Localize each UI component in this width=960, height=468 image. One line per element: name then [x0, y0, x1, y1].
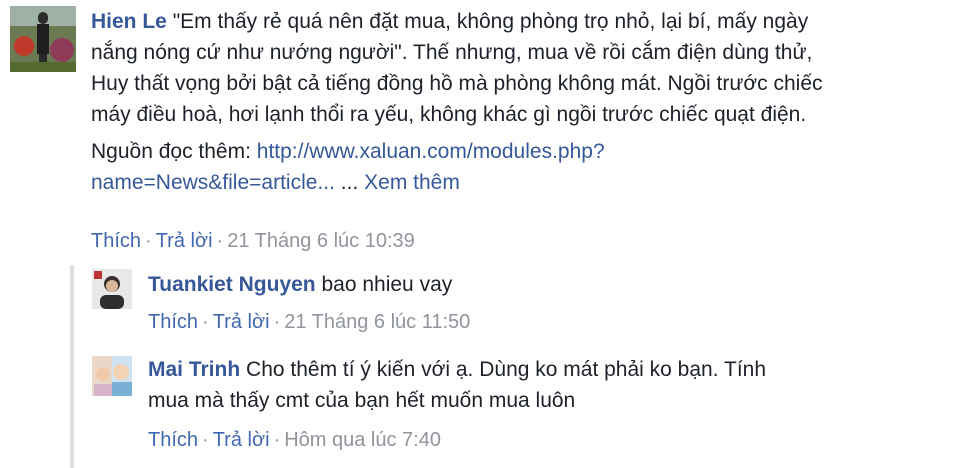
avatar-tuankiet-nguyen[interactable]	[92, 269, 132, 309]
source-link[interactable]: http://www.xaluan.com/modules.php?	[257, 140, 605, 163]
timestamp[interactable]: Hôm qua lúc 7:40	[284, 429, 441, 451]
source-line: Nguồn đọc thêm: http://www.xaluan.com/mo…	[91, 136, 951, 167]
like-button[interactable]: Thích	[148, 429, 198, 451]
comment-body: Hien Le "Em thấy rẻ quá nên đặt mua, khô…	[91, 6, 951, 198]
comment-line: nắng nóng cứ như nướng người". Thế nhưng…	[91, 41, 813, 64]
reply-line: Mai Trinh Cho thêm tí ý kiến với ạ. Dùng…	[148, 354, 908, 385]
source-label: Nguồn đọc thêm:	[91, 140, 257, 163]
avatar-hien-le[interactable]	[10, 6, 76, 72]
reply-text: Cho thêm tí ý kiến với ạ. Dùng ko mát ph…	[246, 358, 767, 381]
avatar-image	[10, 6, 76, 72]
reply-body: Mai Trinh Cho thêm tí ý kiến với ạ. Dùng…	[148, 354, 908, 416]
reply-line: mua mà thấy cmt của bạn hết muốn mua luô…	[148, 389, 576, 412]
avatar-image	[92, 269, 132, 309]
reply-button[interactable]: Trả lời	[213, 311, 270, 333]
separator: ·	[145, 230, 152, 252]
separator: ·	[273, 311, 281, 333]
timestamp[interactable]: 21 Tháng 6 lúc 11:50	[284, 311, 470, 333]
avatar-mai-trinh[interactable]	[92, 356, 132, 396]
reply-button[interactable]: Trả lời	[213, 429, 270, 451]
comment-line: Huy thất vọng bởi bật cả tiếng đồng hồ m…	[91, 72, 823, 95]
see-more-link[interactable]: Xem thêm	[364, 171, 460, 194]
comment-text: "Em thấy rẻ quá nên đặt mua, không phòng…	[172, 10, 809, 33]
reply-actions: Thích · Trả lời · 21 Tháng 6 lúc 11:50	[148, 308, 470, 336]
author-name[interactable]: Hien Le	[91, 10, 167, 33]
source-link-cont[interactable]: name=News&file=article...	[91, 171, 335, 194]
reply-body: Tuankiet Nguyen bao nhieu vay	[148, 269, 452, 300]
comment-line: máy điều hoà, hơi lạnh thổi ra yếu, khôn…	[91, 103, 807, 126]
ellipsis: ...	[334, 171, 365, 194]
like-button[interactable]: Thích	[91, 230, 141, 252]
avatar-image	[92, 356, 132, 396]
reply-text: bao nhieu vay	[321, 273, 453, 296]
reply-comment: Tuankiet Nguyen bao nhieu vay Thích · Trả …	[0, 265, 960, 340]
reply-actions: Thích · Trả lời · Hôm qua lúc 7:40	[148, 426, 441, 454]
reply-comment: Mai Trinh Cho thêm tí ý kiến với ạ. Dùng…	[0, 352, 960, 464]
source-line-2: name=News&file=article... ... Xem thêm	[91, 167, 951, 198]
main-comment: Hien Le "Em thấy rẻ quá nên đặt mua, khô…	[0, 0, 960, 260]
author-name[interactable]: Tuankiet Nguyen	[148, 273, 316, 296]
comment-line: Hien Le "Em thấy rẻ quá nên đặt mua, khô…	[91, 6, 951, 37]
like-button[interactable]: Thích	[148, 311, 198, 333]
timestamp[interactable]: 21 Tháng 6 lúc 10:39	[227, 230, 415, 252]
separator: ·	[216, 230, 224, 252]
separator: ·	[202, 311, 209, 333]
author-name[interactable]: Mai Trinh	[148, 358, 240, 381]
comment-actions: Thích · Trả lời · 21 Tháng 6 lúc 10:39	[91, 227, 415, 255]
separator: ·	[273, 429, 281, 451]
reply-button[interactable]: Trả lời	[156, 230, 213, 252]
separator: ·	[202, 429, 209, 451]
